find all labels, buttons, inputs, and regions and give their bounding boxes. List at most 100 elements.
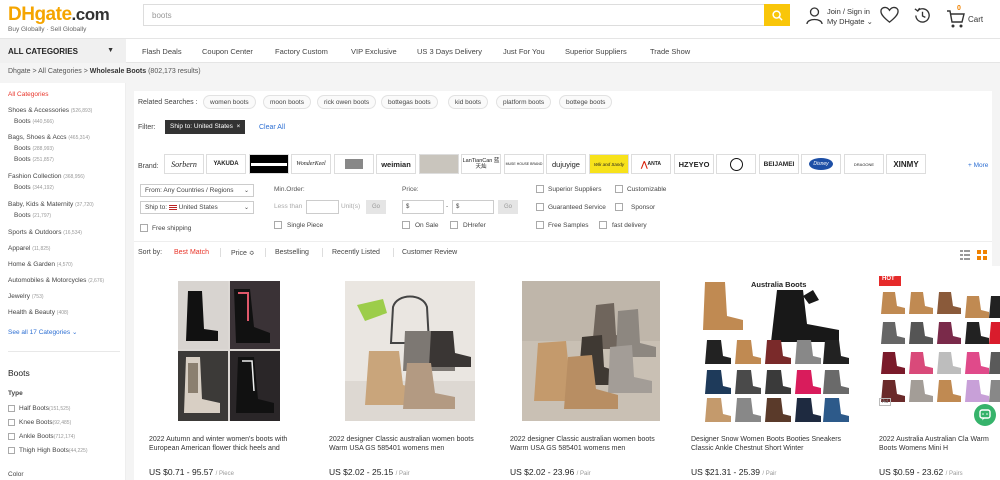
brand-dragone[interactable]: DRAGONE xyxy=(844,154,884,174)
guaranteed-service-label[interactable]: Guaranteed Service xyxy=(548,204,606,211)
on-sale-label[interactable]: On Sale xyxy=(415,222,439,229)
sidebar-category[interactable]: Apparel (11,825) xyxy=(8,245,50,252)
product-title[interactable]: 2022 Autumn and winter women's boots wit… xyxy=(149,435,309,453)
min-order-go-button[interactable]: Go xyxy=(366,200,386,214)
brand-beijamei[interactable]: BEIJAMEI xyxy=(759,154,799,174)
brand-wonderkeel[interactable]: WonderKeel xyxy=(291,154,331,174)
product-image[interactable] xyxy=(345,281,475,421)
brand-weimian[interactable]: weimian xyxy=(376,154,416,174)
related-search-tag[interactable]: bottege boots xyxy=(559,95,613,109)
search-input[interactable]: boots xyxy=(143,4,765,26)
sidebar-category[interactable]: Fashion Collection (368,956) xyxy=(8,173,85,180)
dhrefer-label[interactable]: DHrefer xyxy=(463,222,486,229)
checkbox-ankle-boots[interactable] xyxy=(8,433,15,440)
brand-sorbern[interactable]: Sorbern xyxy=(164,154,204,174)
related-search-tag[interactable]: rick owen boots xyxy=(317,95,377,109)
product-title[interactable]: 2022 Australia Australian Cla Warm Boots… xyxy=(879,435,1000,453)
nav-coupon-center[interactable]: Coupon Center xyxy=(202,47,253,56)
list-view-icon[interactable] xyxy=(960,250,970,260)
brand-hzyeyo[interactable]: HZYEYO xyxy=(674,154,714,174)
related-search-tag[interactable]: platform boots xyxy=(496,95,552,109)
brand-yakuda[interactable]: YAKUDA xyxy=(206,154,246,174)
brand-logo-gray[interactable] xyxy=(334,154,374,174)
product-title[interactable]: 2022 designer Classic australian women b… xyxy=(510,435,670,453)
free-samples-label[interactable]: Free Samples xyxy=(548,222,588,229)
brand-muse-house[interactable]: MUSE HOUSE BRAND xyxy=(504,154,544,174)
sidebar-subcategory[interactable]: Boots (251,857) xyxy=(14,156,54,163)
sidebar-subcategory[interactable]: Boots (288,993) xyxy=(14,145,54,152)
sidebar-subcategory[interactable]: Boots (440,566) xyxy=(14,118,54,125)
product-card[interactable]: 2022 designer Classic australian women b… xyxy=(495,266,673,480)
product-card[interactable]: Australia Boots Designer Snow Women Boot… xyxy=(676,266,854,480)
type-option-label[interactable]: Thigh High Boots(44,225) xyxy=(19,447,88,454)
free-samples-checkbox[interactable] xyxy=(536,221,544,229)
brand-logo-beige[interactable] xyxy=(419,154,459,174)
on-sale-checkbox[interactable] xyxy=(402,221,410,229)
brand-xinmy[interactable]: XINMY xyxy=(886,154,926,174)
close-icon[interactable]: × xyxy=(237,123,241,130)
wishlist-button[interactable] xyxy=(880,6,899,29)
brand-dujuyige[interactable]: dujuyige xyxy=(546,154,586,174)
search-button[interactable] xyxy=(764,4,790,26)
sidebar-category[interactable]: Shoes & Accessories (526,893) xyxy=(8,107,92,114)
grid-view-icon[interactable] xyxy=(977,250,988,260)
sidebar-category[interactable]: Jewelry (753) xyxy=(8,293,44,300)
nav-vip-exclusive[interactable]: VIP Exclusive xyxy=(351,47,397,56)
sidebar-category[interactable]: Health & Beauty (408) xyxy=(8,309,68,316)
sidebar-subcategory[interactable]: Boots (21,797) xyxy=(14,212,51,219)
brand-wik-and-sandy[interactable]: Wik and Sandy xyxy=(589,154,629,174)
single-piece-checkbox[interactable] xyxy=(274,221,282,229)
related-search-tag[interactable]: kid boots xyxy=(448,95,489,109)
sort-best-match[interactable]: Best Match xyxy=(174,249,209,256)
my-dhgate-label[interactable]: My DHgate xyxy=(827,17,865,26)
product-image[interactable] xyxy=(522,281,660,421)
customizable-label[interactable]: Customizable xyxy=(627,186,666,193)
sort-customer-review[interactable]: Customer Review xyxy=(402,249,457,256)
related-search-tag[interactable]: moon boots xyxy=(263,95,311,109)
product-card[interactable]: HOT Ad 2022 Australia Australian Cla War… xyxy=(857,266,1000,480)
product-card[interactable]: 2022 designer Classic australian women b… xyxy=(314,266,492,480)
sign-in-link[interactable]: Join / Sign in xyxy=(827,7,870,16)
sort-bestselling[interactable]: Bestselling xyxy=(275,249,309,256)
nav-us-3-days-delivery[interactable]: US 3 Days Delivery xyxy=(417,47,482,56)
dhrefer-checkbox[interactable] xyxy=(450,221,458,229)
related-search-tag[interactable]: women boots xyxy=(203,95,256,109)
free-shipping-checkbox[interactable] xyxy=(140,224,148,232)
checkbox-thigh-high-boots[interactable] xyxy=(8,447,15,454)
history-button[interactable] xyxy=(913,6,932,30)
breadcrumb-all-categories[interactable]: All Categories xyxy=(38,68,82,75)
type-option-label[interactable]: Knee Boots(92,485) xyxy=(19,419,71,426)
brand-disney[interactable]: Disney xyxy=(801,154,841,174)
product-card[interactable]: 2022 Autumn and winter women's boots wit… xyxy=(134,266,312,480)
account-menu[interactable]: Join / Sign in My DHgate ⌄ xyxy=(806,6,880,28)
from-region-select[interactable]: From: Any Countries / Regions ⌄ xyxy=(140,184,254,197)
fast-delivery-label[interactable]: fast delivery xyxy=(612,222,647,229)
price-max-input[interactable]: $ xyxy=(452,200,494,214)
sponsor-label[interactable]: Sponsor xyxy=(631,204,655,211)
sort-recently-listed[interactable]: Recently Listed xyxy=(332,249,380,256)
sidebar-category[interactable]: Automobiles & Motorcycles (2,676) xyxy=(8,277,104,284)
sort-price[interactable]: Price ≎ xyxy=(231,249,255,257)
checkbox-half-boots[interactable] xyxy=(8,405,15,412)
breadcrumb-home[interactable]: Dhgate xyxy=(8,68,31,75)
price-go-button[interactable]: Go xyxy=(498,200,518,214)
checkbox-knee-boots[interactable] xyxy=(8,419,15,426)
guaranteed-service-checkbox[interactable] xyxy=(536,203,544,211)
type-option-label[interactable]: Half Boots(151,525) xyxy=(19,405,70,412)
ship-to-select[interactable]: Ship to: United States ⌄ xyxy=(140,201,254,214)
more-brands-link[interactable]: + More xyxy=(968,162,988,169)
customizable-checkbox[interactable] xyxy=(615,185,623,193)
brand-logo-black[interactable] xyxy=(249,154,289,174)
sponsor-checkbox[interactable] xyxy=(615,203,623,211)
brand-lantiancan[interactable]: LanTianCan 蓝天灿 xyxy=(461,154,501,174)
nav-flash-deals[interactable]: Flash Deals xyxy=(142,47,182,56)
superior-suppliers-label[interactable]: Superior Suppliers xyxy=(548,186,601,193)
nav-factory-custom[interactable]: Factory Custom xyxy=(275,47,328,56)
product-title[interactable]: 2022 designer Classic australian women b… xyxy=(329,435,489,453)
nav-just-for-you[interactable]: Just For You xyxy=(503,47,545,56)
product-image[interactable]: Australia Boots xyxy=(699,276,853,424)
sidebar-category[interactable]: Baby, Kids & Maternity (37,720) xyxy=(8,201,94,208)
sidebar-subcategory[interactable]: Boots (344,192) xyxy=(14,184,54,191)
brand-logo-circle[interactable] xyxy=(716,154,756,174)
product-title[interactable]: Designer Snow Women Boots Booties Sneake… xyxy=(691,435,851,453)
